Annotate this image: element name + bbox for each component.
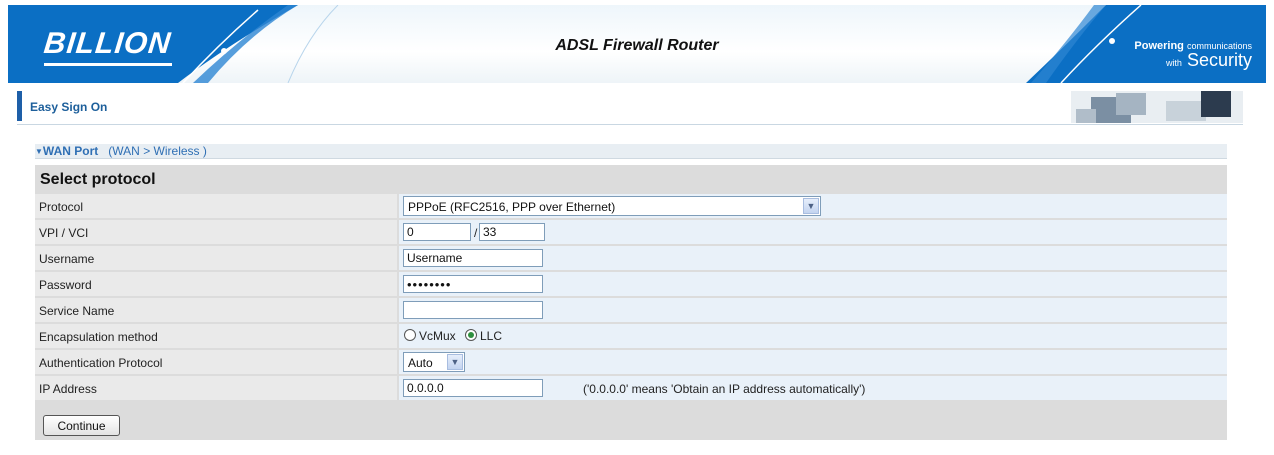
vpi-input[interactable]: [403, 223, 471, 241]
protocol-select-value: PPPoE (RFC2516, PPP over Ethernet): [408, 200, 616, 214]
vpi-vci-label: VPI / VCI: [39, 226, 89, 240]
section-title: Select protocol: [40, 171, 156, 188]
chevron-down-icon: ▼: [803, 198, 819, 214]
row-authentication: Authentication Protocol Auto ▼: [35, 349, 1227, 374]
vci-input[interactable]: [479, 223, 545, 241]
llc-radio-label[interactable]: LLC: [480, 329, 502, 343]
protocol-label: Protocol: [39, 200, 84, 214]
llc-radio[interactable]: [465, 329, 477, 341]
signon-accent: [17, 91, 22, 121]
breadcrumb-close-paren: ): [202, 144, 207, 158]
vcmux-radio-label[interactable]: VcMux: [419, 329, 456, 343]
select-protocol-form: Select protocol Protocol PPPoE (RFC2516,…: [35, 165, 1227, 440]
breadcrumb-link-wan[interactable]: WAN: [112, 144, 140, 158]
authentication-label: Authentication Protocol: [39, 356, 163, 370]
password-input[interactable]: [403, 275, 543, 293]
office-photo: [1071, 91, 1243, 123]
row-password: Password: [35, 271, 1227, 296]
breadcrumb-link-wireless[interactable]: Wireless: [154, 144, 200, 158]
row-ip-address: IP Address ('0.0.0.0' means 'Obtain an I…: [35, 375, 1227, 400]
username-input[interactable]: [403, 249, 543, 267]
service-name-label: Service Name: [39, 304, 115, 318]
tagline-security: Security: [1186, 50, 1252, 70]
tagline-powering: Powering: [1134, 40, 1184, 52]
breadcrumb-current: WAN Port: [42, 144, 99, 158]
tagline: Powering communications with Security: [1134, 39, 1252, 70]
row-protocol: Protocol PPPoE (RFC2516, PPP over Ethern…: [35, 193, 1227, 218]
easy-sign-on-bar: Easy Sign On: [17, 90, 1243, 125]
chevron-down-icon: ▼: [447, 354, 463, 370]
row-service-name: Service Name: [35, 297, 1227, 322]
row-encapsulation: Encapsulation method VcMux LLC: [35, 323, 1227, 348]
vcmux-radio[interactable]: [404, 329, 416, 341]
breadcrumb-separator: >: [143, 144, 151, 158]
tagline-with: with: [1165, 58, 1182, 68]
authentication-select[interactable]: Auto ▼: [403, 352, 465, 372]
ip-address-label: IP Address: [39, 382, 97, 396]
protocol-select[interactable]: PPPoE (RFC2516, PPP over Ethernet) ▼: [403, 196, 821, 216]
ip-address-input[interactable]: [403, 379, 543, 397]
caret-down-icon: ▼: [35, 147, 43, 156]
username-label: Username: [39, 252, 95, 266]
authentication-select-value: Auto: [408, 356, 433, 370]
logo-underline: [44, 63, 172, 66]
ip-address-hint: ('0.0.0.0' means 'Obtain an IP address a…: [583, 382, 866, 396]
header-banner: BILLION ADSL Firewall Router Powering co…: [8, 5, 1266, 83]
breadcrumb: ▼WAN Port (WAN > Wireless ): [35, 144, 1227, 159]
row-vpi-vci: VPI / VCI /: [35, 219, 1227, 244]
signon-title: Easy Sign On: [30, 100, 108, 114]
password-label: Password: [39, 278, 92, 292]
row-username: Username: [35, 245, 1227, 270]
encapsulation-label: Encapsulation method: [39, 330, 158, 344]
continue-button[interactable]: Continue: [43, 415, 120, 436]
service-name-input[interactable]: [403, 301, 543, 319]
vpi-vci-slash: /: [474, 226, 478, 240]
